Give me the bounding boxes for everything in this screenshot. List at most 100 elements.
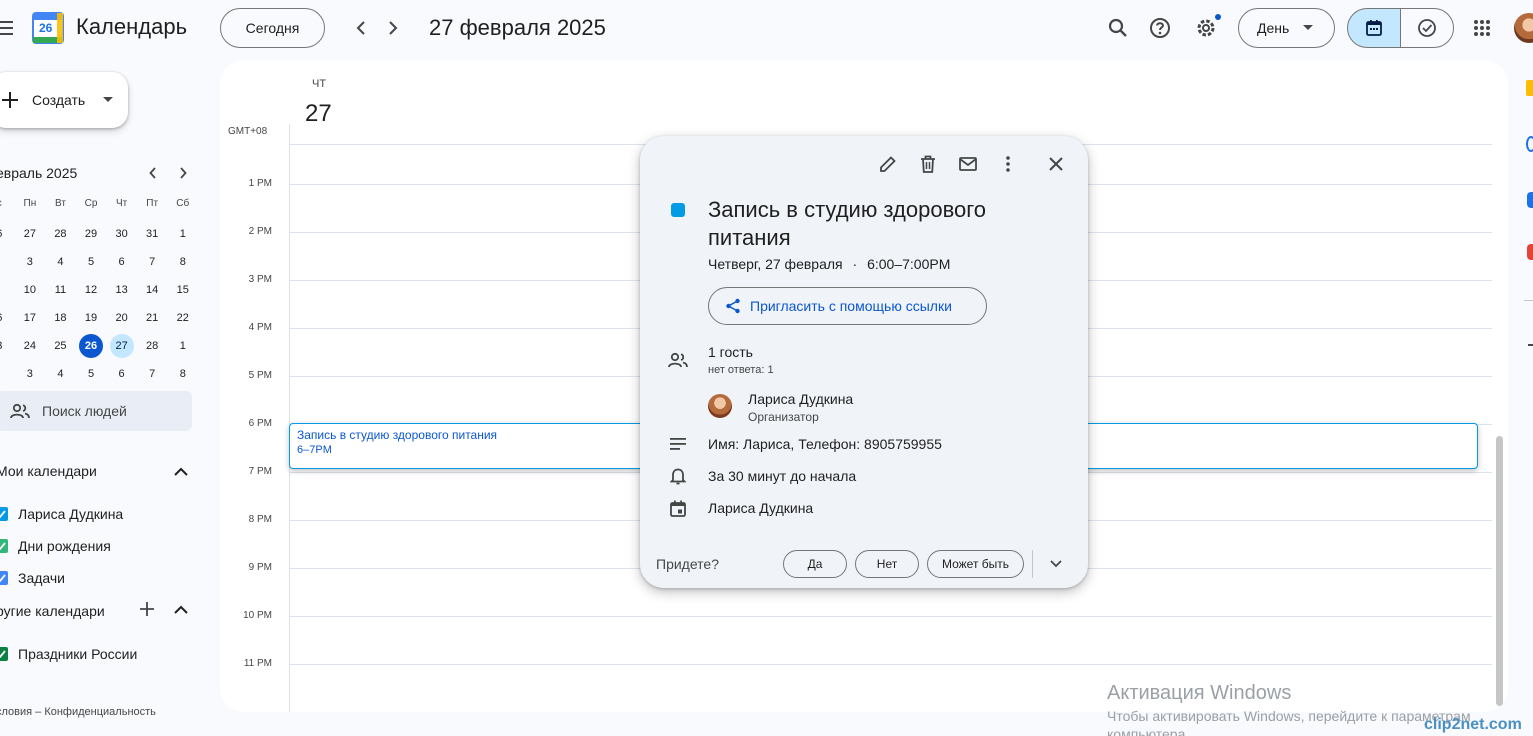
help-icon[interactable] <box>1140 8 1180 48</box>
mini-day-cell[interactable] <box>0 276 15 304</box>
delete-trash-icon[interactable] <box>908 144 948 184</box>
mini-day-cell[interactable]: 31 <box>137 220 168 248</box>
mini-day-cell[interactable] <box>0 360 15 388</box>
more-options-icon[interactable] <box>988 144 1028 184</box>
next-day-icon[interactable] <box>373 8 413 48</box>
mini-day-cell[interactable]: 19 <box>76 304 107 332</box>
mini-day-cell[interactable]: 14 <box>137 276 168 304</box>
mini-day-cell[interactable]: 10 <box>15 276 46 304</box>
mini-day-cell[interactable]: 11 <box>45 276 76 304</box>
add-addon-icon[interactable] <box>1528 344 1533 346</box>
add-calendar-icon[interactable] <box>128 590 166 628</box>
keep-icon[interactable] <box>1526 80 1533 96</box>
mini-day-cell[interactable]: 3 <box>0 332 15 360</box>
mini-day-cell[interactable]: 17 <box>15 304 46 332</box>
today-button[interactable]: Сегодня <box>220 8 325 48</box>
checkbox-checked-icon[interactable] <box>0 539 8 553</box>
mini-day-cell[interactable]: 3 <box>15 248 46 276</box>
windows-activation-title: Активация Windows <box>1107 682 1292 704</box>
mini-day-cell[interactable]: 29 <box>76 220 107 248</box>
rsvp-no-button[interactable]: Нет <box>855 550 919 578</box>
edit-pencil-icon[interactable] <box>868 144 908 184</box>
email-guests-icon[interactable] <box>948 144 988 184</box>
side-panel-divider <box>1524 300 1533 301</box>
rsvp-maybe-button[interactable]: Может быть <box>927 550 1024 578</box>
mini-day-number: 7 <box>149 368 156 380</box>
tasks-side-icon[interactable] <box>1526 136 1533 152</box>
checkbox-checked-icon[interactable] <box>0 647 8 661</box>
settings-icon[interactable] <box>1186 8 1226 48</box>
mini-day-cell[interactable]: 6 <box>106 248 137 276</box>
mini-day-cell[interactable]: 7 <box>137 248 168 276</box>
footer-links[interactable]: словия – Конфиденциальность <box>0 706 156 718</box>
mini-day-cell[interactable]: 28 <box>137 332 168 360</box>
maps-side-icon[interactable] <box>1527 244 1533 260</box>
mini-day-cell[interactable]: 12 <box>76 276 107 304</box>
invite-via-link-button[interactable]: Пригласить с помощью ссылки <box>708 287 987 325</box>
checkbox-checked-icon[interactable] <box>0 507 8 521</box>
mini-day-cell[interactable]: 27 <box>15 220 46 248</box>
mini-day-cell[interactable]: 1 <box>167 332 198 360</box>
mini-day-cell[interactable]: 15 <box>167 276 198 304</box>
search-icon[interactable] <box>1098 8 1138 48</box>
mini-day-cell[interactable] <box>0 248 15 276</box>
mini-day-cell[interactable]: 1 <box>167 220 198 248</box>
rsvp-yes-button[interactable]: Да <box>783 550 847 578</box>
mini-day-cell[interactable]: 8 <box>167 248 198 276</box>
mini-day-cell[interactable]: 20 <box>106 304 137 332</box>
checkbox-checked-icon[interactable] <box>0 571 8 585</box>
mini-day-cell[interactable]: 6 <box>0 220 15 248</box>
account-avatar[interactable] <box>1514 13 1533 43</box>
calendar-view-toggle[interactable] <box>1347 8 1401 48</box>
mini-day-number <box>0 250 11 274</box>
mini-day-number: 11 <box>54 284 67 296</box>
view-switcher-button[interactable]: День <box>1238 8 1335 48</box>
rsvp-expand-chevron-icon[interactable] <box>1036 544 1076 584</box>
calendar-item[interactable]: Дни рождения <box>0 530 123 562</box>
mini-day-cell[interactable]: 7 <box>137 360 168 388</box>
day-number[interactable]: 27 <box>305 100 332 128</box>
mini-day-cell[interactable]: 27 <box>106 332 137 360</box>
mini-day-cell[interactable]: 26 <box>76 332 107 360</box>
people-search[interactable]: Поиск людей <box>0 391 192 431</box>
mini-day-cell[interactable]: 22 <box>167 304 198 332</box>
contacts-side-icon[interactable] <box>1527 192 1533 208</box>
hour-label: 10 PM <box>243 610 272 621</box>
mini-day-cell[interactable]: 4 <box>45 248 76 276</box>
collapse-chevron-icon[interactable] <box>162 452 200 490</box>
mini-day-cell[interactable]: 4 <box>45 360 76 388</box>
mini-day-cell[interactable]: 3 <box>15 360 46 388</box>
mini-day-cell[interactable]: 13 <box>106 276 137 304</box>
my-calendars-title[interactable]: Мои календари <box>0 463 97 479</box>
mini-day-cell[interactable]: 6 <box>106 360 137 388</box>
scrollbar[interactable] <box>1496 436 1503 706</box>
close-icon[interactable] <box>1036 144 1076 184</box>
other-calendars-title[interactable]: ругие календари <box>0 603 105 619</box>
mini-day-cell[interactable]: 18 <box>45 304 76 332</box>
apps-grid-icon[interactable] <box>1462 8 1502 48</box>
calendar-item[interactable]: Задачи <box>0 562 123 594</box>
mini-day-cell[interactable]: 6 <box>0 304 15 332</box>
mini-day-cell[interactable]: 8 <box>167 360 198 388</box>
tasks-view-toggle[interactable] <box>1400 8 1454 48</box>
collapse-chevron-icon[interactable] <box>162 590 200 628</box>
mini-day-cell[interactable]: 25 <box>45 332 76 360</box>
mini-day-number: 6 <box>0 306 11 330</box>
create-button[interactable]: Создать <box>0 72 128 128</box>
mini-week-row: 10 11 12 13 14 15 <box>0 276 198 304</box>
calendar-item[interactable]: Праздники России <box>0 638 137 670</box>
mini-day-cell[interactable]: 30 <box>106 220 137 248</box>
mini-day-cell[interactable]: 24 <box>15 332 46 360</box>
calendar-item[interactable]: Лариса Дудкина <box>0 498 123 530</box>
mini-day-cell[interactable]: 5 <box>76 248 107 276</box>
clip2net-logo: clip2net.com <box>1424 716 1522 733</box>
main-menu-icon[interactable] <box>0 8 24 48</box>
mini-prev-month-icon[interactable] <box>137 157 169 189</box>
mini-day-cell[interactable]: 28 <box>45 220 76 248</box>
mini-next-month-icon[interactable] <box>167 157 199 189</box>
popup-event-when: Четверг, 27 февраля · 6:00–7:00PM <box>708 256 950 272</box>
event-reminder: За 30 минут до начала <box>708 468 857 484</box>
organizer-name[interactable]: Лариса Дудкина <box>748 391 853 407</box>
mini-day-cell[interactable]: 5 <box>76 360 107 388</box>
mini-day-cell[interactable]: 21 <box>137 304 168 332</box>
